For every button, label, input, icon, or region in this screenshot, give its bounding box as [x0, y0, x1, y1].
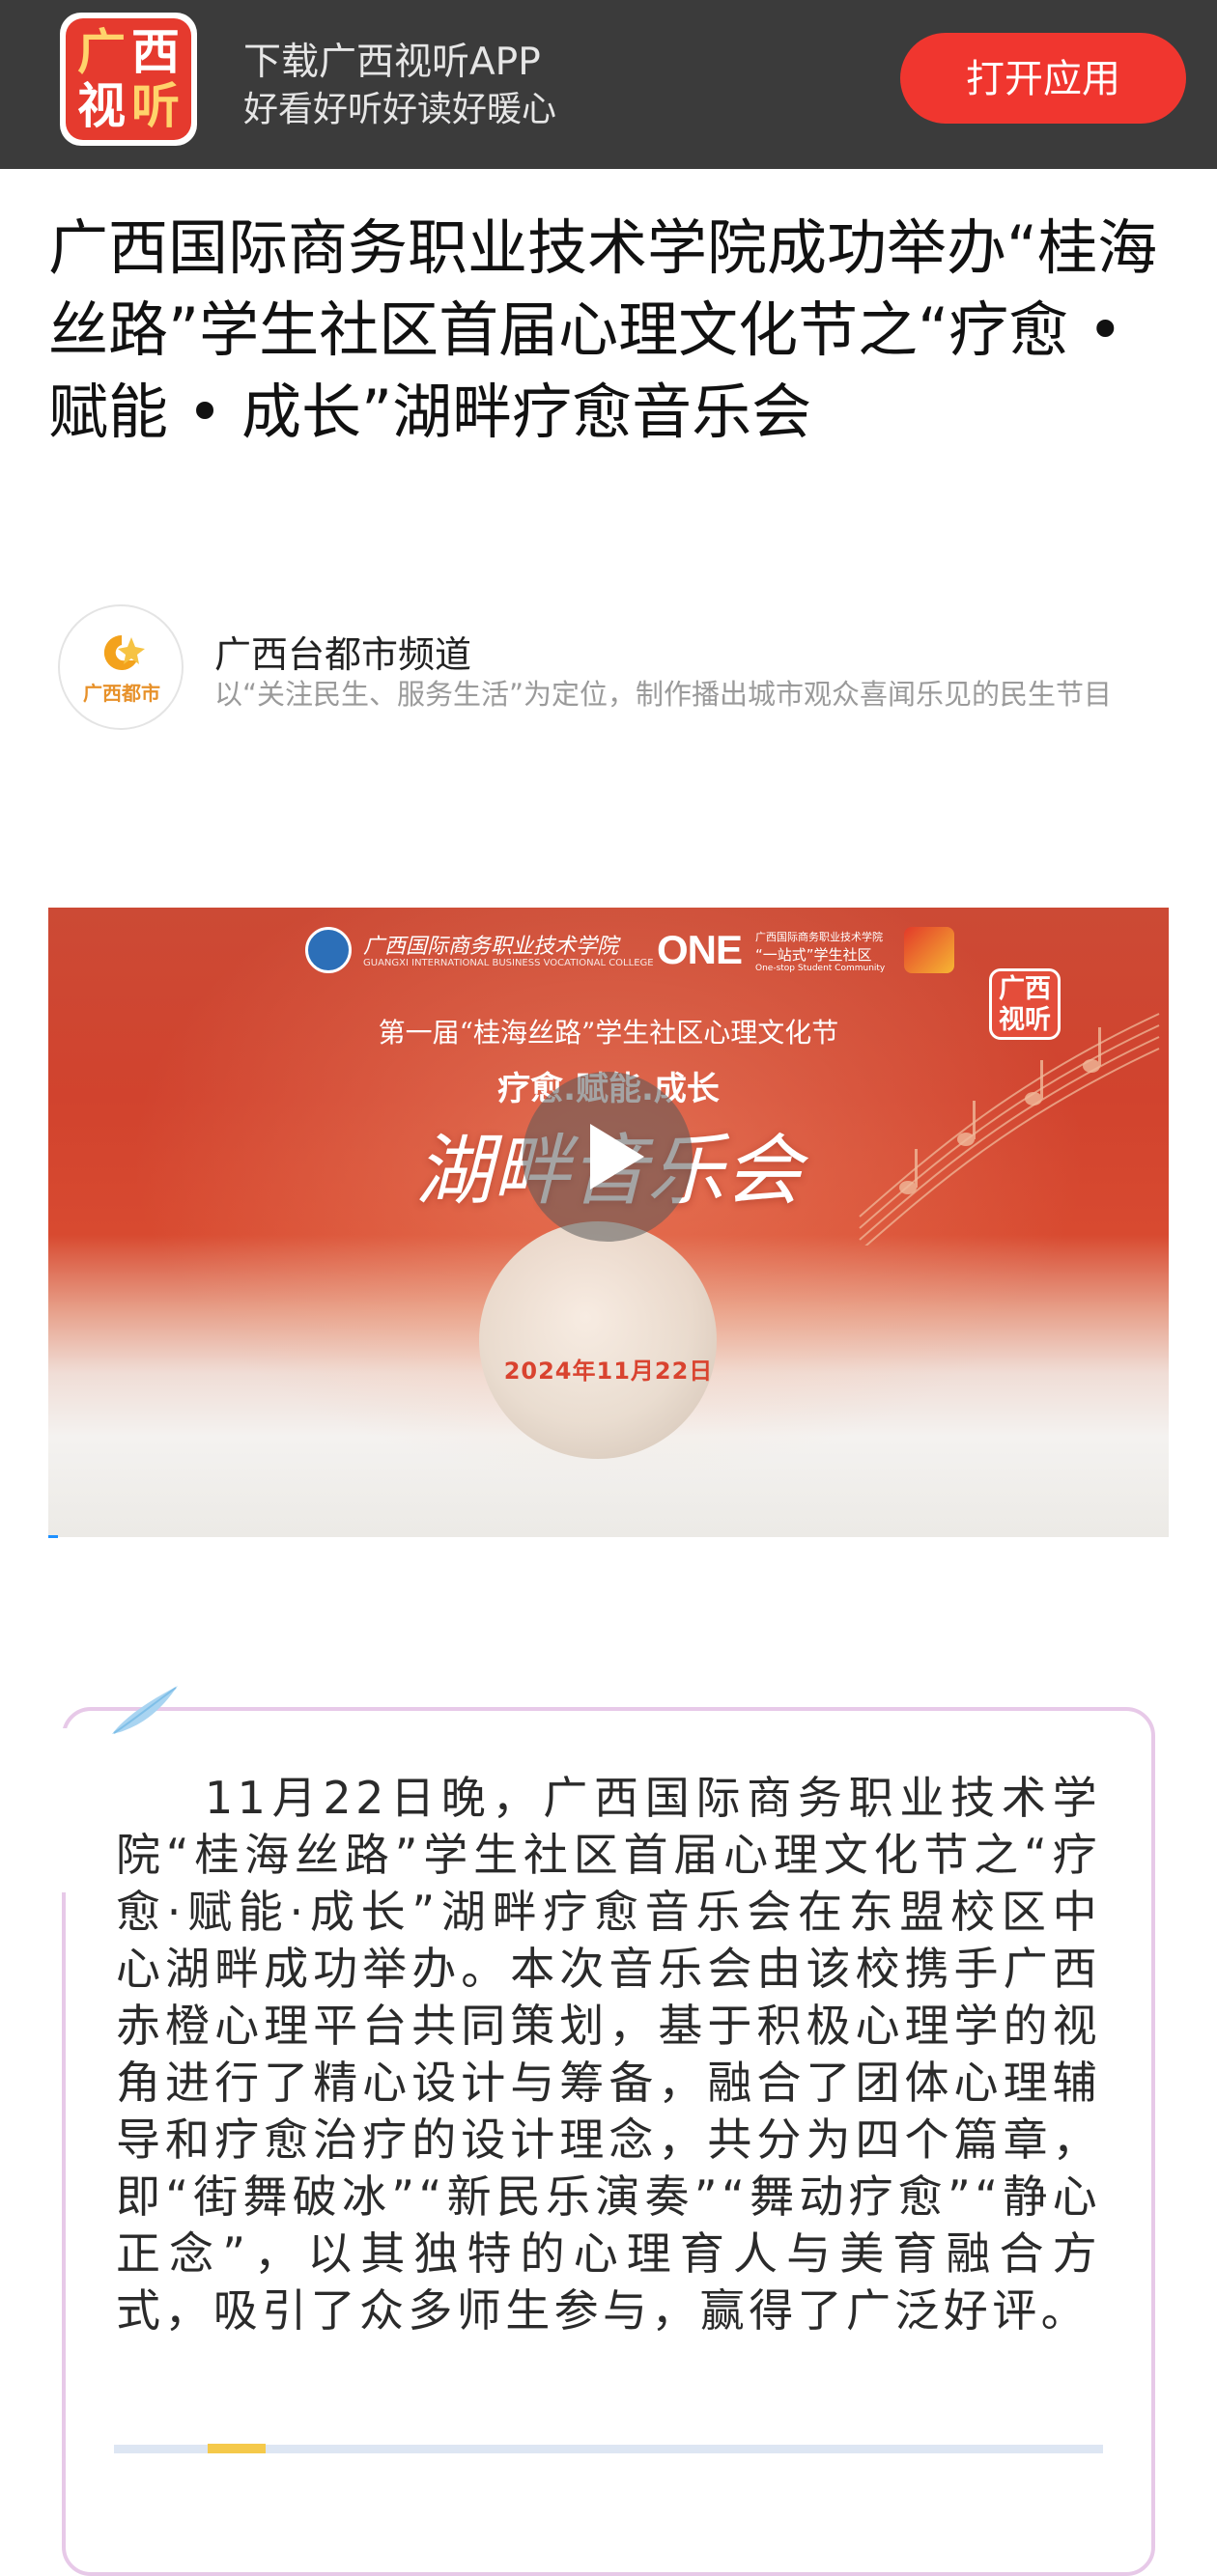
logo-char: 听	[131, 77, 180, 134]
one-caption-1: 广西国际商务职业技术学院	[755, 931, 883, 943]
school-emblem-icon	[305, 927, 352, 973]
video-player[interactable]: 广西国际商务职业技术学院 GUANGXI INTERNATIONAL BUSIN…	[48, 908, 1169, 1537]
open-app-button[interactable]: 打开应用	[900, 33, 1186, 124]
video-progress-indicator	[48, 1535, 58, 1538]
one-caption-3: One-stop Student Community	[755, 964, 886, 973]
feather-icon	[112, 1686, 178, 1734]
logo-char: 西	[131, 23, 180, 80]
app-download-banner[interactable]: 广 西 视 听 下载广西视听APP 好看好听好读好暖心 打开应用	[0, 0, 1217, 169]
video-header-logos: 广西国际商务职业技术学院 GUANGXI INTERNATIONAL BUSIN…	[305, 921, 962, 983]
video-date: 2024年11月22日	[503, 1358, 714, 1385]
avatar-label: 广西都市	[83, 682, 160, 705]
author-avatar[interactable]: 广西都市	[58, 604, 184, 730]
author-name[interactable]: 广西台都市频道	[214, 625, 471, 678]
article-body: 11月22日晚，广西国际商务职业技术学院“桂海丝路”学生社区首届心理文化节之“疗…	[116, 1772, 1101, 2337]
banner-subtitle: 好看好听好读好暖心	[243, 90, 557, 129]
school-name-en: GUANGXI INTERNATIONAL BUSINESS VOCATIONA…	[363, 958, 654, 968]
logo-char: 广	[77, 23, 126, 80]
app-logo-tile: 广 西 视 听	[66, 18, 191, 140]
partner-logo-icon	[904, 927, 954, 973]
card-border-gap	[54, 1728, 73, 1892]
author-description: 以“关注民生、服务生活”为定位，制作播出城市观众喜闻乐见的民生节目	[214, 678, 1113, 711]
play-icon	[590, 1124, 644, 1190]
article-headline: 广西国际商务职业技术学院成功举办“桂海丝路”学生社区首届心理文化节之“疗愈 • …	[48, 212, 1158, 447]
author-avatar-icon	[103, 634, 145, 670]
play-button[interactable]	[523, 1072, 693, 1242]
next-section-accent	[208, 2444, 266, 2453]
school-name: 广西国际商务职业技术学院	[363, 935, 619, 959]
one-caption-2: “一站式”学生社区	[755, 946, 872, 964]
festival-title: 第一届“桂海丝路”学生社区心理文化节	[378, 1017, 839, 1049]
logo-char: 视	[77, 77, 126, 134]
banner-title: 下载广西视听APP	[243, 41, 541, 84]
moon-image	[479, 1221, 717, 1459]
one-logo: ONE	[657, 927, 743, 972]
app-logo-icon[interactable]: 广 西 视 听	[60, 13, 197, 146]
